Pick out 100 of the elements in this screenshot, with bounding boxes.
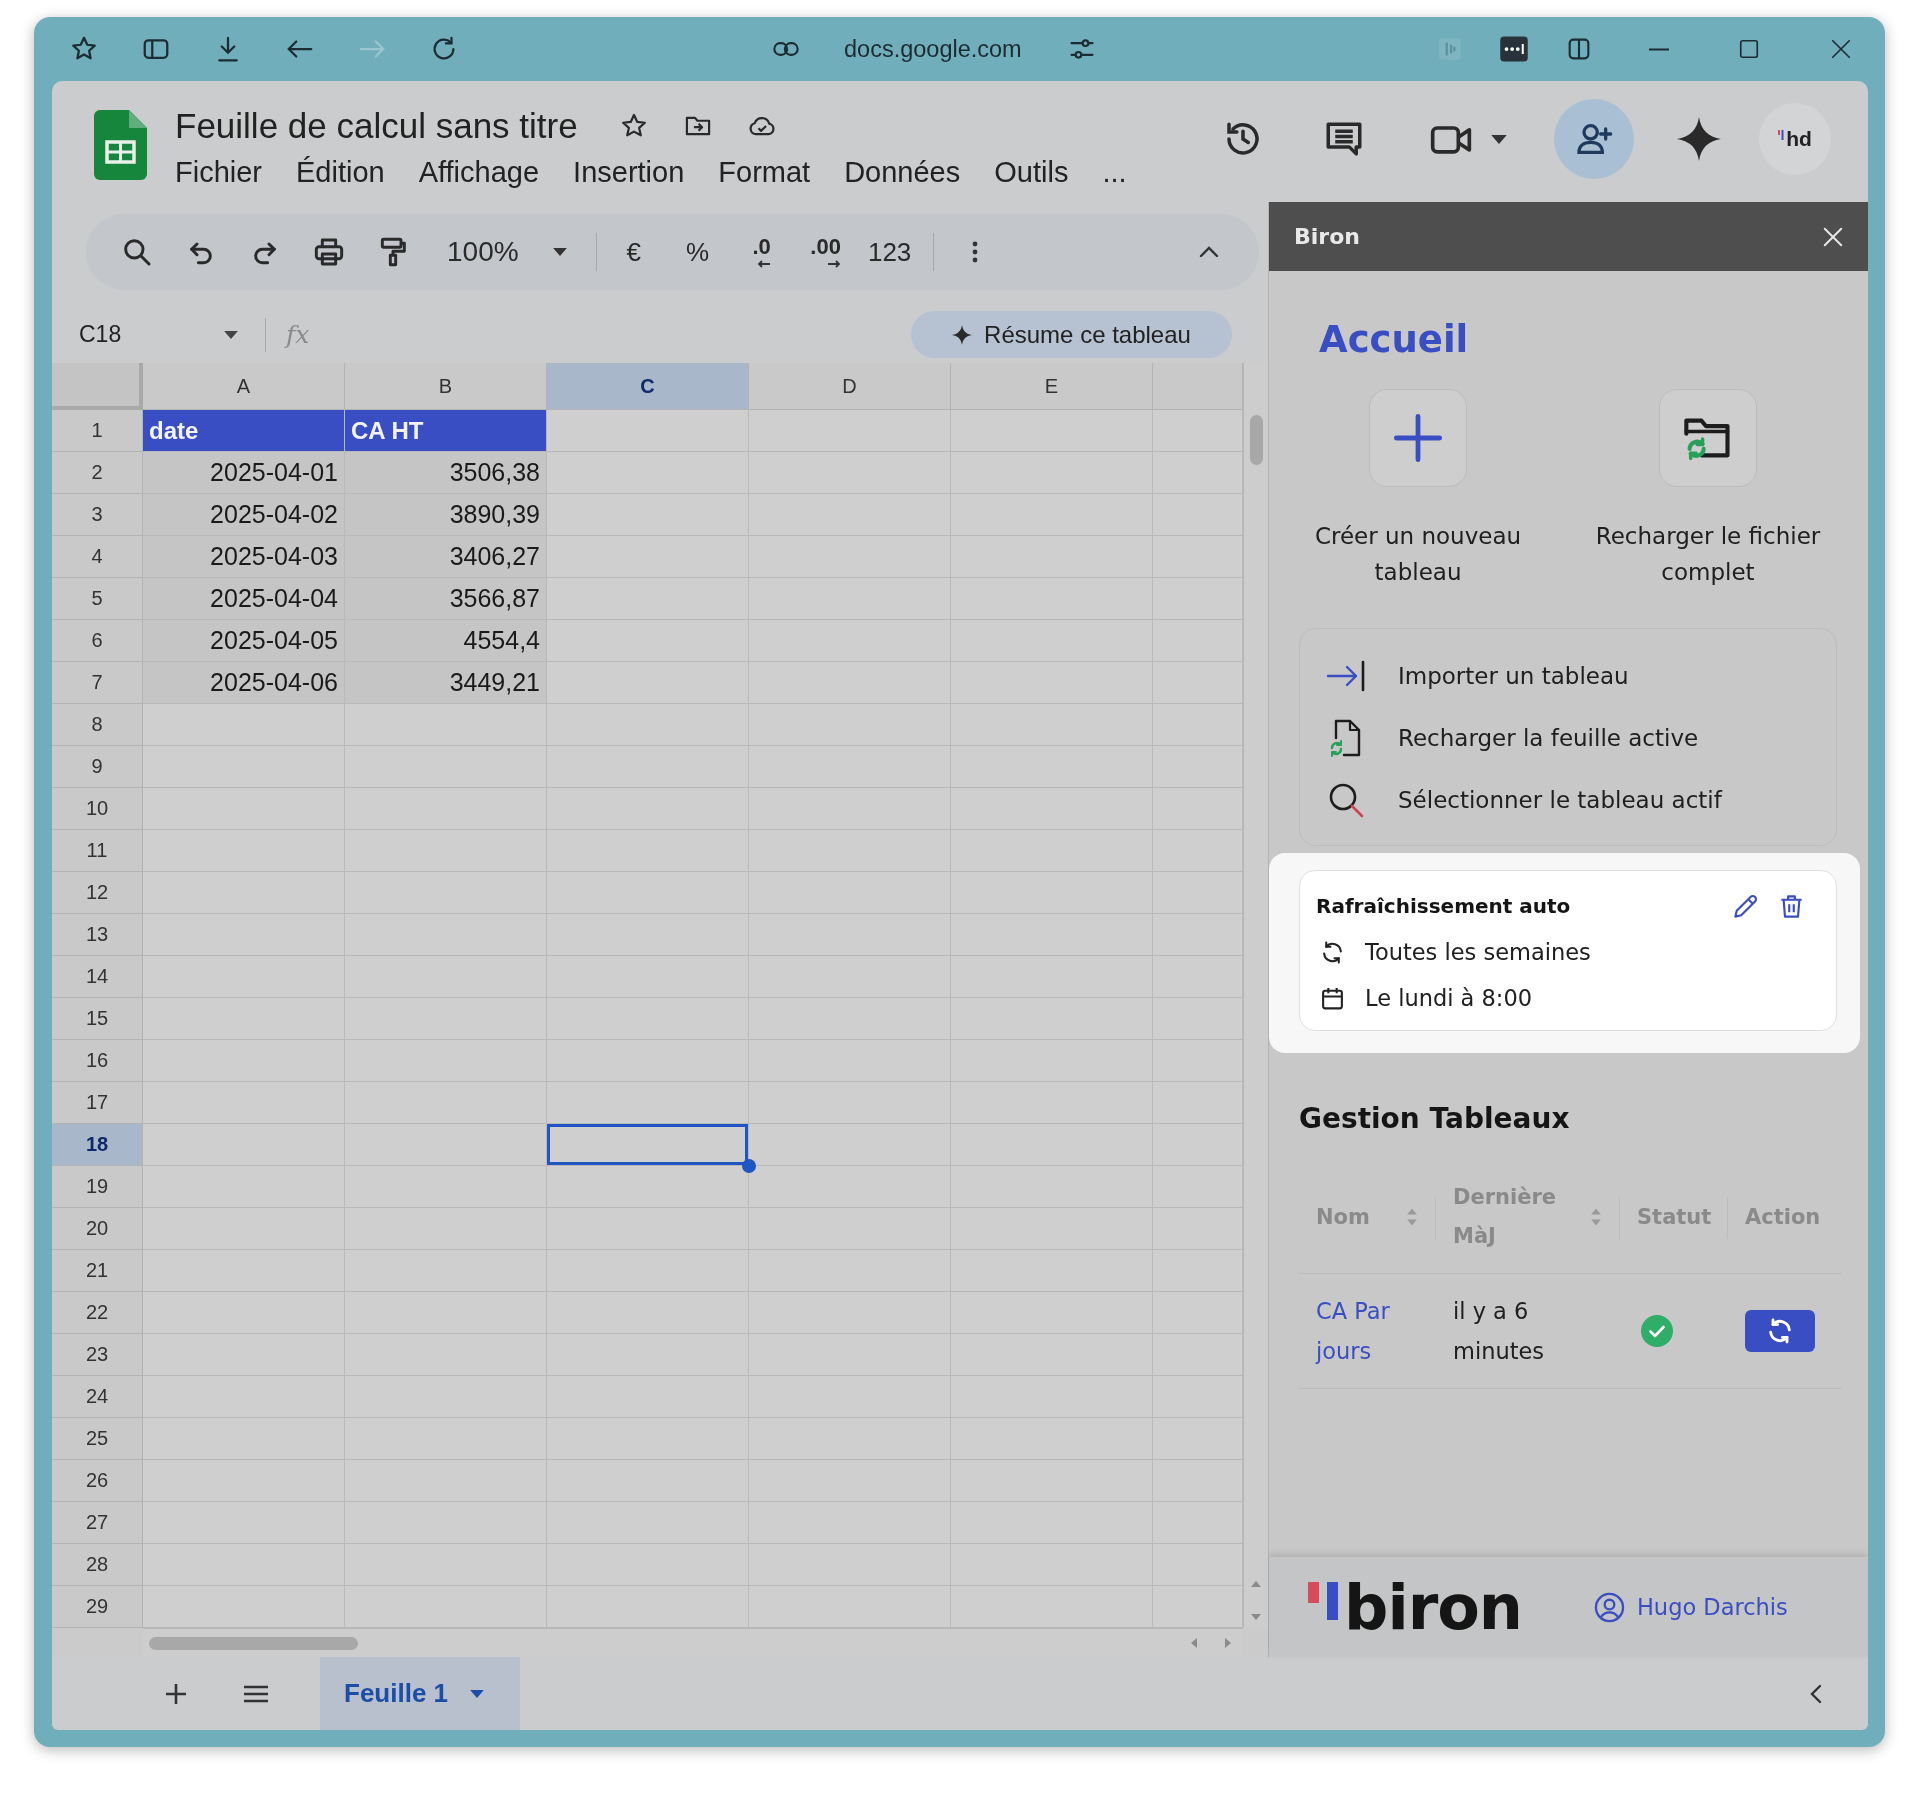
- active-cell[interactable]: [547, 1124, 749, 1166]
- row-header[interactable]: 28: [52, 1544, 143, 1586]
- row-header[interactable]: 22: [52, 1292, 143, 1334]
- name-box[interactable]: C18: [79, 321, 211, 348]
- menu-item[interactable]: Insertion: [573, 155, 685, 189]
- print-icon[interactable]: [313, 236, 345, 268]
- menu-item[interactable]: Outils: [994, 155, 1069, 189]
- menu-item[interactable]: Données: [844, 155, 961, 189]
- refresh-button[interactable]: [1745, 1310, 1815, 1352]
- row-header[interactable]: 2: [52, 452, 143, 494]
- table-name-link[interactable]: CA Par jours: [1316, 1291, 1426, 1371]
- row-header[interactable]: 4: [52, 536, 143, 578]
- caret-icon[interactable]: [1491, 134, 1507, 144]
- row-header[interactable]: 7: [52, 662, 143, 704]
- sheet-cell: 2025-04-05: [143, 620, 345, 662]
- row-header[interactable]: 25: [52, 1418, 143, 1460]
- menu-item[interactable]: Recharger la feuille active: [1300, 707, 1699, 769]
- row-header[interactable]: 27: [52, 1502, 143, 1544]
- summary-button[interactable]: Résume ce tableau: [911, 311, 1232, 358]
- arrow-left-icon: [756, 260, 771, 268]
- row-header[interactable]: 6: [52, 620, 143, 662]
- close-icon[interactable]: [1822, 225, 1844, 248]
- sheet-tab[interactable]: Feuille 1: [320, 1657, 520, 1730]
- refresh-icon: [1766, 1317, 1794, 1345]
- format-button[interactable]: €: [622, 239, 645, 265]
- column-header[interactable]: A: [143, 363, 345, 410]
- table-cell-text: il y a 6 minutes: [1453, 1297, 1546, 1366]
- menu-item[interactable]: Fichier: [175, 155, 262, 189]
- sheet-cell: 4554,4: [345, 620, 547, 662]
- menu-item[interactable]: Affichage: [418, 155, 540, 189]
- minimize-icon[interactable]: [1647, 47, 1671, 51]
- column-header[interactable]: B: [345, 363, 547, 410]
- row-header[interactable]: 3: [52, 494, 143, 536]
- account-avatar[interactable]: hd: [1759, 103, 1831, 175]
- tile-label: Recharger le fichier complet: [1594, 522, 1822, 587]
- plus-icon: [1392, 412, 1444, 464]
- format-button[interactable]: .00: [806, 236, 845, 268]
- pencil-icon[interactable]: [1732, 892, 1759, 920]
- column-header: Statut: [1637, 1203, 1712, 1231]
- zoom-select[interactable]: 100%: [447, 236, 567, 268]
- sheets-logo-icon[interactable]: [94, 110, 147, 180]
- format-button[interactable]: 123: [863, 239, 916, 265]
- row-header[interactable]: 13: [52, 914, 143, 956]
- section-heading: Accueil: [1319, 318, 1469, 362]
- format-button[interactable]: %: [682, 239, 714, 265]
- menu-item[interactable]: ...: [1102, 155, 1127, 189]
- scrollbar-thumb[interactable]: [149, 1636, 358, 1650]
- caret-icon: [552, 248, 567, 256]
- column-header[interactable]: E: [951, 363, 1153, 410]
- arrow-right-icon: [826, 260, 841, 268]
- menu-item[interactable]: Édition: [296, 155, 385, 189]
- row-header[interactable]: 12: [52, 872, 143, 914]
- document-title[interactable]: Feuille de calcul sans titre: [175, 106, 578, 146]
- more-vertical-icon[interactable]: [971, 241, 978, 263]
- row-header[interactable]: 26: [52, 1460, 143, 1502]
- row-header[interactable]: 14: [52, 956, 143, 998]
- address-bar-url[interactable]: docs.google.com: [844, 35, 1022, 63]
- tile-button[interactable]: [1659, 389, 1757, 487]
- row-header[interactable]: 21: [52, 1250, 143, 1292]
- chevron-up-icon[interactable]: [1199, 246, 1219, 258]
- maximize-icon[interactable]: [1738, 38, 1760, 60]
- chevron-left-icon[interactable]: [1810, 1683, 1822, 1704]
- row-header[interactable]: 17: [52, 1082, 143, 1124]
- column-header[interactable]: D: [749, 363, 951, 410]
- sheet-cell: 2025-04-06: [143, 662, 345, 704]
- row-header[interactable]: 10: [52, 788, 143, 830]
- row-header[interactable]: 11: [52, 830, 143, 872]
- row-header[interactable]: 20: [52, 1208, 143, 1250]
- trash-icon[interactable]: [1778, 892, 1805, 920]
- sparkle-icon: [952, 324, 973, 345]
- search-icon[interactable]: [121, 236, 153, 268]
- sparkle-icon[interactable]: [1677, 117, 1721, 161]
- sheet-list-icon[interactable]: [243, 1684, 269, 1703]
- row-header[interactable]: 16: [52, 1040, 143, 1082]
- menu-item[interactable]: Importer un tableau: [1300, 645, 1629, 707]
- row-header[interactable]: 18: [52, 1124, 143, 1166]
- column-header: Nom: [1316, 1203, 1370, 1231]
- format-button[interactable]: .0: [748, 236, 775, 268]
- row-header[interactable]: 29: [52, 1586, 143, 1628]
- row-header[interactable]: 8: [52, 704, 143, 746]
- menu-item[interactable]: Format: [718, 155, 811, 189]
- card-title: Rafraîchissement auto: [1316, 894, 1571, 918]
- tile-button[interactable]: [1369, 389, 1467, 487]
- dots-tile-icon[interactable]: [1499, 34, 1529, 64]
- menu-item[interactable]: Sélectionner le tableau actif: [1300, 769, 1722, 831]
- scrollbar-thumb[interactable]: [1249, 415, 1263, 465]
- caret-icon[interactable]: [224, 330, 238, 339]
- row-header[interactable]: 19: [52, 1166, 143, 1208]
- column-header[interactable]: C: [547, 363, 749, 410]
- row-header[interactable]: 9: [52, 746, 143, 788]
- row-header[interactable]: 5: [52, 578, 143, 620]
- row-header[interactable]: 24: [52, 1376, 143, 1418]
- row-header[interactable]: 23: [52, 1334, 143, 1376]
- user-circle-icon[interactable]: [1593, 1591, 1625, 1623]
- user-name-link[interactable]: Hugo Darchis: [1636, 1594, 1788, 1620]
- row-header[interactable]: 15: [52, 998, 143, 1040]
- sheet-cell: 2025-04-04: [143, 578, 345, 620]
- add-sheet-icon[interactable]: [164, 1681, 188, 1706]
- row-header[interactable]: 1: [52, 410, 143, 452]
- close-icon[interactable]: [1830, 38, 1852, 60]
